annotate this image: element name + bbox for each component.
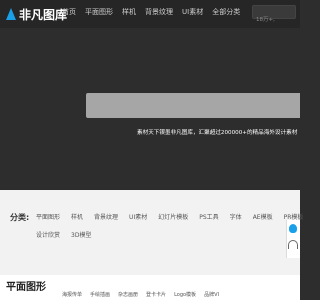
subtab-logo-templates[interactable]: Logo模板 <box>174 291 196 298</box>
hero-tagline: 素材天下锲墨非凡图库，汇聚超过200000+的精品海外设计素材 <box>137 130 298 136</box>
category-row-1: 平面图形 样机 背景纹理 UI素材 幻灯片模板 PS工具 字体 AE模板 PR模… <box>36 214 303 222</box>
category-3d-models[interactable]: 3D模型 <box>71 232 91 240</box>
nav-item-graphics[interactable]: 平面图形 <box>85 5 113 19</box>
subtab-magazines[interactable]: 杂志画册 <box>118 291 138 298</box>
site-logo[interactable]: 非凡图库 <box>6 4 67 24</box>
category-design-showcase[interactable]: 设计欣赏 <box>36 232 60 240</box>
floating-side-tab <box>286 220 300 258</box>
nav-item-all-categories[interactable]: 全部分类 <box>212 5 240 19</box>
category-graphics[interactable]: 平面图形 <box>36 214 60 222</box>
category-fonts[interactable]: 字体 <box>230 214 242 222</box>
graphics-section: 平面图形 海报传单 手绘插画 杂志画册 登卡卡片 Logo模板 品牌VI <box>0 275 300 300</box>
nav-item-home[interactable]: 首页 <box>62 5 76 19</box>
subtab-brand-vi[interactable]: 品牌VI <box>204 291 219 298</box>
logo-text: 非凡图库 <box>19 7 68 22</box>
nav-item-textures[interactable]: 背景纹理 <box>145 5 173 19</box>
nav-item-mockups[interactable]: 样机 <box>122 5 136 19</box>
logo-icon <box>6 8 16 20</box>
category-mockups[interactable]: 样机 <box>71 214 83 222</box>
category-ps-tools[interactable]: PS工具 <box>199 214 218 222</box>
header-search-input[interactable] <box>253 14 295 26</box>
category-label: 分类: <box>10 213 30 222</box>
nav-item-ui-assets[interactable]: UI素材 <box>182 5 203 19</box>
header-search <box>252 5 296 26</box>
main-nav: 首页 平面图形 样机 背景纹理 UI素材 全部分类 <box>62 5 240 19</box>
category-ae-templates[interactable]: AE模板 <box>253 214 273 222</box>
section-subtabs: 海报传单 手绘插画 杂志画册 登卡卡片 Logo模板 品牌VI <box>62 291 219 298</box>
section-title: 平面图形 <box>6 282 46 293</box>
category-textures[interactable]: 背景纹理 <box>94 214 118 222</box>
headset-icon[interactable] <box>288 240 298 249</box>
qq-icon[interactable] <box>289 224 297 233</box>
subtab-posters[interactable]: 海报传单 <box>62 291 82 298</box>
category-ui-assets[interactable]: UI素材 <box>129 214 147 222</box>
subtab-cards[interactable]: 登卡卡片 <box>146 291 166 298</box>
subtab-illustrations[interactable]: 手绘插画 <box>90 291 110 298</box>
top-navigation-bar: 非凡图库 首页 平面图形 样机 背景纹理 UI素材 全部分类 <box>0 0 300 28</box>
category-slide-templates[interactable]: 幻灯片模板 <box>158 214 188 222</box>
category-row-2: 设计欣赏 3D模型 <box>36 232 91 240</box>
category-panel: 分类: 平面图形 样机 背景纹理 UI素材 幻灯片模板 PS工具 字体 AE模板… <box>0 190 303 275</box>
hero-search-input[interactable] <box>86 93 300 118</box>
